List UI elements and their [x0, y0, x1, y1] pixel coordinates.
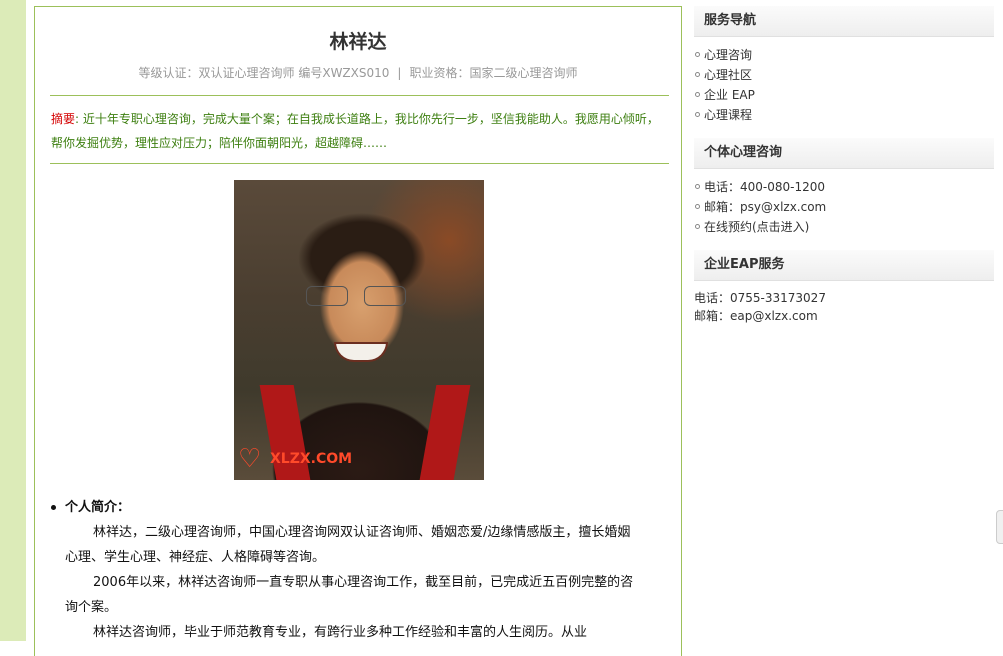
counselor-credentials: 等级认证：双认证心理咨询师 编号XWZXS010 | 职业资格：国家二级心理咨询师 [35, 64, 681, 81]
eap-service-section: 企业EAP服务 电话：0755-33173027 邮箱：eap@xlzx.com [694, 250, 994, 325]
photo-detail [334, 342, 388, 362]
heart-logo-icon: ♡ [238, 444, 262, 474]
certification-info: 等级认证：双认证心理咨询师 编号XWZXS010 [138, 66, 390, 80]
photo-detail [419, 385, 471, 480]
floating-side-tab[interactable] [996, 510, 1003, 544]
bio-paragraph: 林祥达，二级心理咨询师，中国心理咨询网双认证咨询师、婚姻恋爱/边缘情感版主，擅长… [65, 525, 631, 565]
profile-summary: 摘要: 近十年专职心理咨询，完成大量个案；在自我成长道路上，我比你先行一步，坚信… [51, 107, 663, 155]
summary-label: 摘要 [51, 112, 76, 126]
counseling-phone: 电话：400-080-1200 [694, 177, 994, 197]
watermark-text: XLZX.COM [270, 451, 353, 467]
service-nav-section: 服务导航 心理咨询 心理社区 企业 EAP 心理课程 [694, 6, 994, 125]
online-booking-link[interactable]: 在线预约(点击进入) [694, 217, 994, 237]
eap-phone: 电话：0755-33173027 [694, 291, 826, 305]
counselor-name: 林祥达 [329, 31, 387, 53]
service-nav-list: 心理咨询 心理社区 企业 EAP 心理课程 [694, 45, 994, 125]
counselor-photo: ♡ XLZX.COM [234, 180, 484, 480]
qualification-info: 职业资格：国家二级心理咨询师 [409, 66, 578, 80]
bio-paragraph: 2006年以来，林祥达咨询师一直专职从事心理咨询工作，截至目前，已完成近五百例完… [65, 575, 634, 615]
divider-top [50, 95, 669, 96]
eap-email[interactable]: 邮箱：eap@xlzx.com [694, 307, 994, 325]
nav-item-counseling[interactable]: 心理咨询 [694, 45, 994, 65]
summary-text: : 近十年专职心理咨询，完成大量个案；在自我成长道路上，我比你先行一步，坚信我能… [51, 112, 659, 150]
personal-counseling-section: 个体心理咨询 电话：400-080-1200 邮箱：psy@xlzx.com 在… [694, 138, 994, 237]
personal-counseling-list: 电话：400-080-1200 邮箱：psy@xlzx.com 在线预约(点击进… [694, 177, 994, 237]
divider-bottom [50, 163, 669, 164]
nav-item-courses[interactable]: 心理课程 [694, 105, 994, 125]
nav-item-community[interactable]: 心理社区 [694, 65, 994, 85]
meta-separator: | [397, 66, 402, 80]
bio-paragraph: 林祥达咨询师，毕业于师范教育专业，有跨行业多种工作经验和丰富的人生阅历。从业 [93, 625, 588, 640]
bio-heading: 个人简介： [51, 495, 635, 520]
left-decorative-band [0, 0, 26, 641]
photo-watermark: ♡ XLZX.COM [238, 446, 352, 472]
counseling-email[interactable]: 邮箱：psy@xlzx.com [694, 197, 994, 217]
photo-detail [306, 286, 412, 306]
eap-contact: 电话：0755-33173027 邮箱：eap@xlzx.com [694, 289, 994, 325]
eap-service-title: 企业EAP服务 [694, 250, 994, 281]
counselor-profile-panel: 林祥达 等级认证：双认证心理咨询师 编号XWZXS010 | 职业资格：国家二级心理… [34, 6, 682, 656]
bio-section: 个人简介： 林祥达，二级心理咨询师，中国心理咨询网双认证咨询师、婚姻恋爱/边缘情… [51, 495, 635, 645]
service-nav-title: 服务导航 [694, 6, 994, 37]
sidebar: 服务导航 心理咨询 心理社区 企业 EAP 心理课程 个体心理咨询 电话：400… [694, 6, 994, 323]
personal-counseling-title: 个体心理咨询 [694, 138, 994, 169]
nav-item-eap[interactable]: 企业 EAP [694, 85, 994, 105]
